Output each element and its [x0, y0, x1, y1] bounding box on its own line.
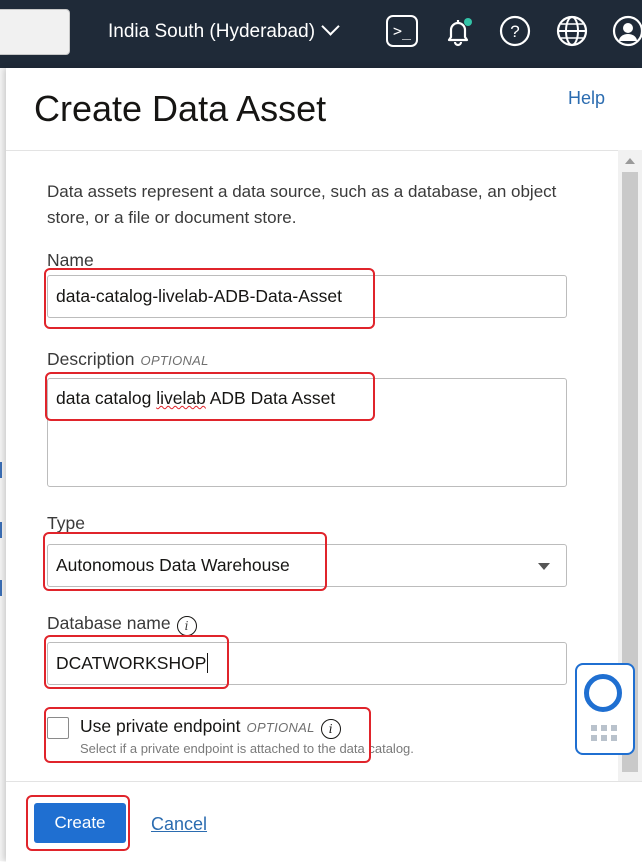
search-field[interactable] — [0, 9, 70, 55]
top-navigation-bar: India South (Hyderabad) >_ ? — [0, 0, 642, 68]
panel-title: Create Data Asset — [34, 88, 327, 129]
description-label-text: Description — [47, 349, 135, 369]
cancel-link[interactable]: Cancel — [151, 814, 207, 835]
create-button[interactable]: Create — [34, 803, 126, 843]
type-select[interactable]: Autonomous Data Warehouse — [47, 544, 567, 587]
name-input[interactable]: data-catalog-livelab-ADB-Data-Asset — [47, 275, 567, 318]
private-endpoint-checkbox[interactable] — [47, 717, 69, 739]
text-cursor — [207, 653, 209, 673]
description-textarea[interactable]: data catalog livelab ADB Data Asset — [47, 378, 567, 487]
help-link[interactable]: Help — [568, 88, 605, 109]
profile-icon[interactable] — [612, 15, 642, 47]
database-name-input[interactable]: DCATWORKSHOP — [47, 642, 567, 685]
private-endpoint-help-text: Select if a private endpoint is attached… — [80, 741, 414, 756]
database-name-label-text: Database name — [47, 613, 171, 633]
grip-icon — [591, 725, 617, 741]
region-selector[interactable]: India South (Hyderabad) — [108, 17, 340, 44]
info-icon[interactable]: i — [176, 616, 197, 636]
panel-description: Data assets represent a data source, suc… — [47, 182, 557, 227]
support-widget[interactable] — [575, 663, 635, 755]
database-name-label: Database name i — [47, 613, 197, 636]
misspelled-word: livelab — [156, 388, 206, 408]
create-data-asset-panel: Create Data Asset Help Data assets repre… — [6, 68, 642, 862]
private-endpoint-label-text: Use private endpoint — [80, 716, 241, 736]
panel-footer: Create Cancel — [6, 781, 642, 862]
name-label: Name — [47, 250, 94, 270]
type-label: Type — [47, 513, 85, 533]
info-icon[interactable]: i — [320, 719, 341, 739]
scroll-up-arrow-icon[interactable] — [625, 158, 635, 164]
panel-header: Create Data Asset Help — [6, 68, 642, 151]
description-label: Description OPTIONAL — [47, 349, 209, 370]
svg-text:?: ? — [510, 22, 519, 41]
caret-down-icon — [538, 563, 550, 570]
private-endpoint-optional-tag: OPTIONAL — [246, 720, 315, 735]
description-optional-tag: OPTIONAL — [140, 353, 209, 368]
name-input-value: data-catalog-livelab-ADB-Data-Asset — [56, 286, 342, 306]
private-endpoint-label[interactable]: Use private endpoint OPTIONAL i — [80, 716, 341, 739]
description-value-end: ADB Data Asset — [205, 388, 336, 408]
help-icon[interactable]: ? — [499, 15, 531, 47]
region-label: India South (Hyderabad) — [108, 21, 316, 42]
description-value-start: data catalog — [56, 388, 157, 408]
chevron-down-icon — [321, 17, 340, 36]
lifebuoy-icon — [584, 674, 622, 712]
type-select-value: Autonomous Data Warehouse — [56, 555, 290, 575]
bell-icon[interactable] — [442, 15, 474, 47]
cloud-shell-icon[interactable]: >_ — [386, 15, 418, 47]
globe-icon[interactable] — [556, 15, 588, 47]
database-name-value: DCATWORKSHOP — [56, 653, 207, 673]
